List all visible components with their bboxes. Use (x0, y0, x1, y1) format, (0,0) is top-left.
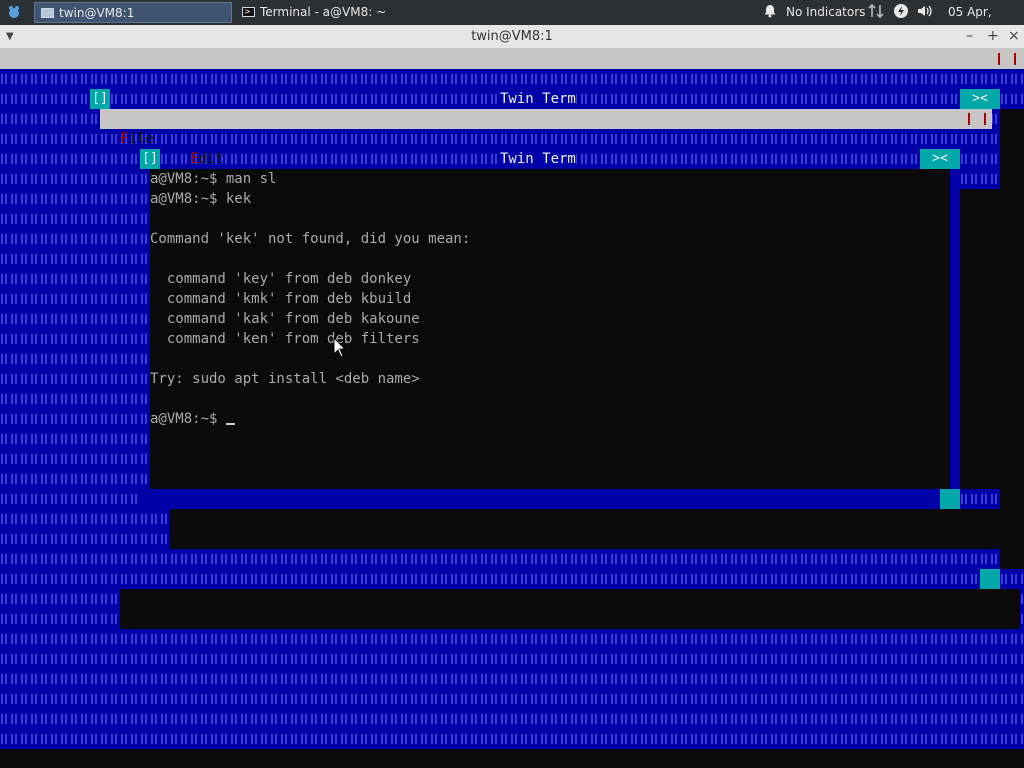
window-titlebar[interactable]: ▼ twin@VM8:1 – + × (0, 25, 1024, 49)
terminal-line: a@VM8:~$ kek (150, 191, 252, 207)
menu-edit[interactable]: Edit (190, 149, 224, 169)
menu-file[interactable]: File (120, 129, 154, 149)
window-title: twin@VM8:1 (471, 29, 553, 44)
terminal-line: Try: sudo apt install <deb name> (150, 371, 420, 387)
term1-resize-handle[interactable] (980, 569, 1000, 589)
xfce-menu-icon[interactable] (6, 4, 22, 20)
top-panel: twin@VM8:1 Terminal - a@VM8: ~ No Indica… (0, 0, 1024, 38)
terminal-icon (242, 1, 255, 22)
volume-icon[interactable] (916, 3, 934, 22)
terminal-line: a@VM8:~$ man sl (150, 171, 277, 187)
term2-resize-handle[interactable] (940, 489, 960, 509)
taskbar-label: Terminal - a@VM8: ~ (260, 5, 387, 19)
terminal-prompt[interactable]: a@VM8:~$ (150, 409, 235, 429)
clock[interactable]: 05 Apr, 19:02 (948, 3, 1024, 38)
window-shadow (960, 189, 1000, 489)
taskbar-button-terminal[interactable]: Terminal - a@VM8: ~ (236, 1, 432, 23)
terminal-line: command 'kmk' from deb kbuild (150, 291, 412, 307)
twin-screen[interactable]: File Edit Window :1 [] Twin Term >< File… (0, 49, 1024, 768)
window-shadow (1000, 109, 1024, 569)
window-shadow (170, 509, 1000, 549)
indicators-label[interactable]: No Indicators (786, 3, 865, 22)
window-icon (41, 8, 54, 18)
window-shadow (120, 589, 1020, 629)
text-cursor (225, 423, 235, 425)
network-icon[interactable] (868, 3, 884, 22)
power-icon[interactable] (893, 3, 909, 22)
inner-menubar: File Edit Window :3 (100, 109, 992, 207)
term2-window-buttons[interactable]: >< (920, 149, 960, 169)
close-button[interactable]: × (1008, 28, 1020, 44)
maximize-button[interactable]: + (987, 28, 999, 44)
term2-close-box[interactable]: [] (140, 149, 160, 169)
term2-bottom-border (140, 489, 940, 509)
term2-scrollbar[interactable] (950, 169, 960, 489)
term1-close-box[interactable]: [] (90, 89, 110, 109)
minimize-button[interactable]: – (966, 28, 973, 44)
terminal-line: command 'kak' from deb kakoune (150, 311, 420, 327)
term1-title: Twin Term (500, 89, 576, 109)
outer-menubar: File Edit Window :1 (0, 49, 1024, 147)
taskbar-label: twin@VM8:1 (59, 6, 135, 20)
terminal-line: command 'ken' from deb filters (150, 331, 420, 347)
taskbar-button-twin[interactable]: twin@VM8:1 (34, 2, 232, 23)
terminal-line: command 'key' from deb donkey (150, 271, 412, 287)
menu-glyph (968, 113, 986, 125)
term2-title: Twin Term (500, 149, 576, 169)
mouse-pointer-icon (333, 337, 347, 358)
menu-glyph (998, 53, 1016, 65)
terminal-line: Command 'kek' not found, did you mean: (150, 231, 471, 247)
term1-window-buttons[interactable]: >< (960, 89, 1000, 109)
bell-icon[interactable] (763, 3, 777, 22)
